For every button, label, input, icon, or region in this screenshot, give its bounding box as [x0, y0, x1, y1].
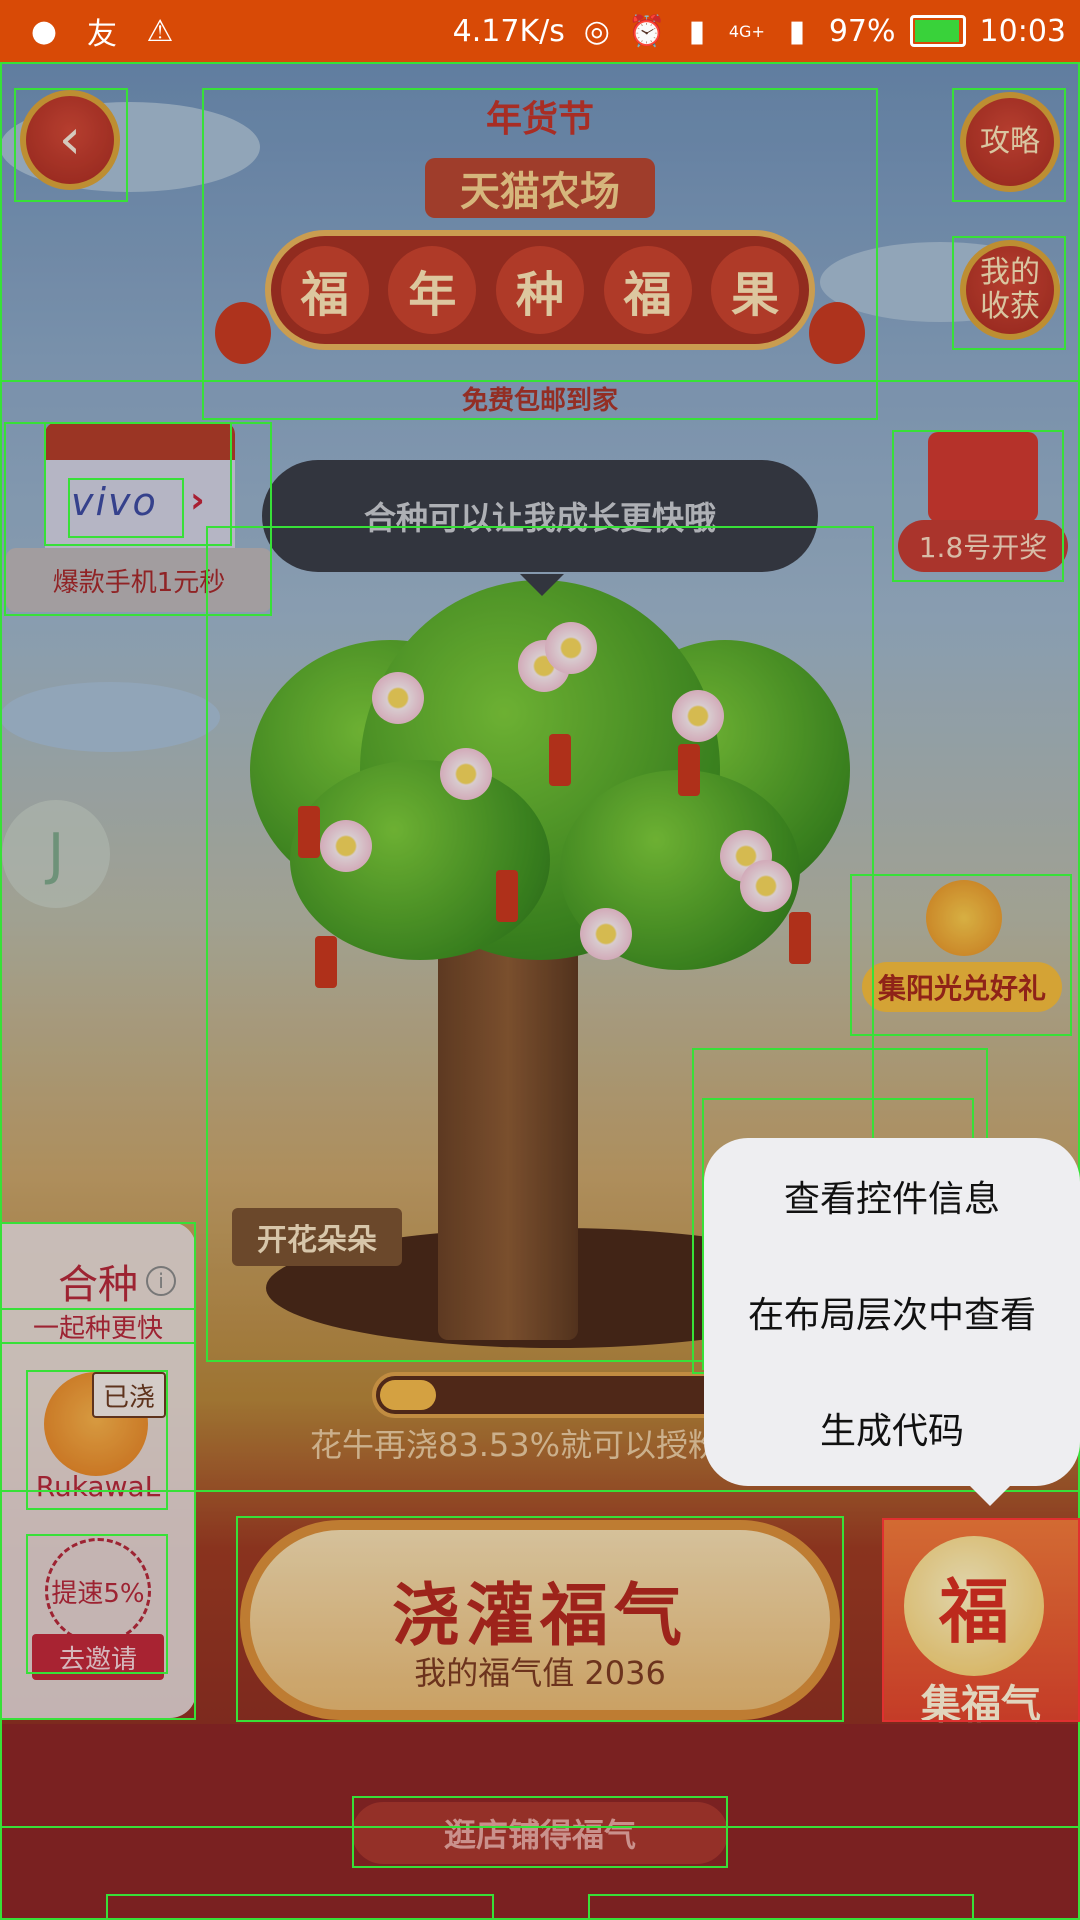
fu-badge: 福 — [904, 1536, 1044, 1676]
collect-fortune-label: 集福气 — [921, 1682, 1041, 1728]
flower-icon — [320, 820, 372, 872]
slogan-plaque: 福 年 种 福 果 — [265, 230, 815, 350]
vivo-promo-card[interactable]: vivo › — [45, 422, 235, 548]
red-packet-icon[interactable] — [928, 432, 1038, 522]
speedup-circle: 提速5% — [45, 1538, 151, 1644]
tooltip-bubble: 合种可以让我成长更快哦 — [262, 460, 818, 596]
status-bar: ● 友 ⚠ 4.17K/s ◎ ⏰ ▮ 4G+ ▮ 97% 10:03 — [0, 0, 1080, 62]
red-tag-icon — [298, 806, 320, 858]
chat-bubble-icon: ● — [30, 13, 58, 49]
my-harvest-button[interactable]: 我的收获 — [960, 240, 1060, 340]
festival-banner: 年货节 天猫农场 福 年 种 福 果 免费包邮到家 — [205, 90, 875, 420]
chevron-left-icon: ‹ — [58, 107, 82, 172]
shop-visit-button[interactable]: 逛店铺得福气 — [352, 1802, 728, 1864]
net-speed: 4.17K/s — [452, 13, 565, 49]
invite-button[interactable]: 去邀请 — [32, 1634, 164, 1680]
alarm-icon: ⏰ — [628, 13, 666, 49]
red-tag-icon — [678, 744, 700, 796]
sunshine-exchange-label: 集阳光兑好礼 — [862, 962, 1062, 1012]
network-type: 4G+ — [728, 21, 765, 41]
battery-percent: 97% — [828, 13, 896, 49]
flower-icon — [372, 672, 424, 724]
vivo-logo: vivo — [71, 480, 158, 524]
menu-item-view-in-hierarchy[interactable]: 在布局层次中查看 — [704, 1254, 1080, 1370]
watered-badge: 已浇 — [92, 1372, 166, 1418]
flower-icon — [440, 748, 492, 800]
apple-basket-icon — [45, 422, 235, 460]
co-planting-subtitle: 一起种更快 — [32, 1314, 163, 1344]
friend-app-icon: 友 — [87, 17, 117, 52]
chevron-right-icon: › — [190, 480, 205, 521]
fortune-value-text: 我的福气值 2036 — [414, 1654, 666, 1692]
red-tag-icon — [789, 912, 811, 964]
banner-subtitle: 免费包邮到家 — [461, 386, 618, 416]
sun-icon — [926, 880, 1002, 956]
flower-icon — [672, 690, 724, 742]
lantern-icon — [809, 302, 865, 364]
farm-title: 天猫农场 — [425, 158, 655, 218]
partner-username: RukawaL — [35, 1470, 161, 1503]
strategy-button[interactable]: 攻略 — [960, 92, 1060, 192]
menu-item-generate-code[interactable]: 生成代码 — [704, 1370, 1080, 1486]
collect-fortune-card[interactable]: 福 集福气 — [882, 1518, 1080, 1728]
flower-icon — [740, 860, 792, 912]
red-tag-icon — [315, 936, 337, 988]
slogan-char: 种 — [495, 246, 584, 334]
clock: 10:03 — [979, 13, 1066, 49]
festival-title: 年货节 — [485, 99, 594, 140]
hotspot-icon: ◎ — [583, 13, 610, 49]
growth-progress-text: 花牛再浇83.53%就可以授粉 — [310, 1426, 721, 1464]
menu-item-view-widget-info[interactable]: 查看控件信息 — [704, 1138, 1080, 1254]
red-tag-icon — [549, 734, 571, 786]
slogan-char: 果 — [711, 246, 800, 334]
flower-icon — [580, 908, 632, 960]
red-tag-icon — [496, 870, 518, 922]
flower-icon — [545, 622, 597, 674]
warning-icon: ⚠ — [146, 13, 174, 49]
sunshine-exchange-badge[interactable]: 集阳光兑好礼 — [862, 880, 1062, 1030]
growth-stage-sign: 开花朵朵 — [232, 1208, 402, 1266]
signal-icon-2: ▮ — [788, 13, 806, 49]
back-button[interactable]: ‹ — [20, 90, 120, 190]
growth-progress-bar — [372, 1372, 732, 1418]
battery-icon — [909, 15, 966, 47]
slogan-char: 年 — [388, 246, 477, 334]
slogan-char: 福 — [603, 246, 692, 334]
signal-icon: ▮ — [688, 13, 706, 49]
water-fortune-button[interactable]: 浇灌福气 我的福气值 2036 — [240, 1520, 840, 1720]
water-fortune-title: 浇灌福气 — [391, 1577, 688, 1656]
slogan-char: 福 — [280, 246, 369, 334]
lottery-date-label[interactable]: 1.8号开奖 — [898, 520, 1068, 572]
strategy-label: 攻略 — [980, 124, 1040, 159]
android-helper-icon[interactable]: J — [2, 800, 110, 908]
co-planting-title[interactable]: 合种 — [58, 1252, 138, 1310]
lantern-icon — [215, 302, 271, 364]
info-icon[interactable]: i — [146, 1266, 176, 1296]
vivo-promo-caption[interactable]: 爆款手机1元秒 — [6, 548, 272, 612]
context-menu: 查看控件信息 在布局层次中查看 生成代码 — [704, 1138, 1080, 1506]
my-harvest-label: 我的收获 — [980, 255, 1040, 324]
